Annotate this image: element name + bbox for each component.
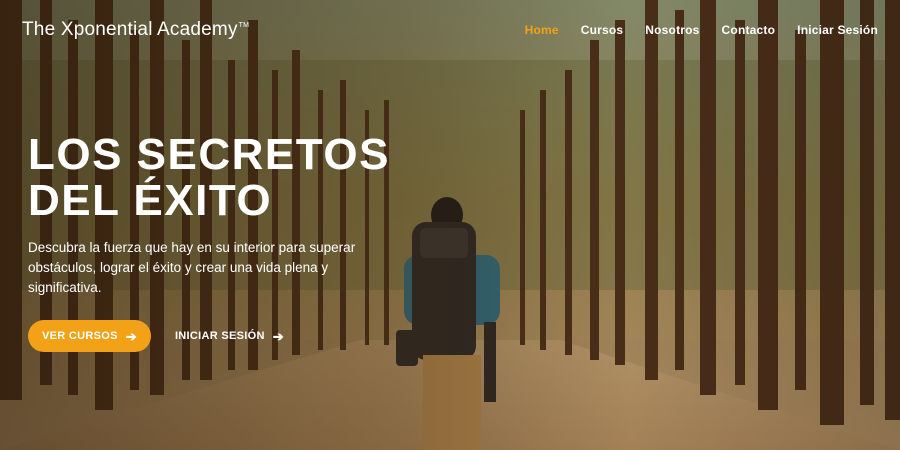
headline-line-2: DEL ÉXITO (28, 176, 273, 225)
nav-item-cursos[interactable]: Cursos (581, 23, 624, 37)
arrow-right-icon: ➔ (272, 328, 284, 344)
nav-item-home[interactable]: Home (525, 23, 559, 37)
hero-content: LOS SECRETOS DEL ÉXITO Descubra la fuerz… (28, 132, 408, 352)
arrow-right-icon: ➔ (125, 328, 137, 344)
ver-cursos-label: VER CURSOS (42, 330, 118, 342)
hero-subtitle: Descubra la fuerza que hay en su interio… (28, 240, 356, 295)
hero-actions: VER CURSOS ➔ INICIAR SESIÓN ➔ (28, 320, 408, 352)
nav-item-contacto[interactable]: Contacto (722, 23, 776, 37)
nav-item-nosotros[interactable]: Nosotros (645, 23, 699, 37)
nav-item-iniciar-sesion[interactable]: Iniciar Sesión (797, 23, 878, 37)
iniciar-sesion-button[interactable]: INICIAR SESIÓN ➔ (175, 330, 284, 343)
headline-line-1: LOS SECRETOS (28, 130, 390, 179)
hero-section: The Xponential Academy TM Home Cursos No… (0, 0, 900, 450)
brand-name: The Xponential Academy (22, 19, 238, 40)
ver-cursos-button[interactable]: VER CURSOS ➔ (28, 320, 151, 352)
brand-logo[interactable]: The Xponential Academy TM (22, 19, 249, 41)
main-nav: Home Cursos Nosotros Contacto Iniciar Se… (525, 23, 878, 37)
top-navbar: The Xponential Academy TM Home Cursos No… (0, 0, 900, 60)
hero-headline: LOS SECRETOS DEL ÉXITO (28, 132, 408, 224)
trademark-mark: TM (238, 22, 250, 29)
iniciar-sesion-label: INICIAR SESIÓN (174, 330, 265, 342)
